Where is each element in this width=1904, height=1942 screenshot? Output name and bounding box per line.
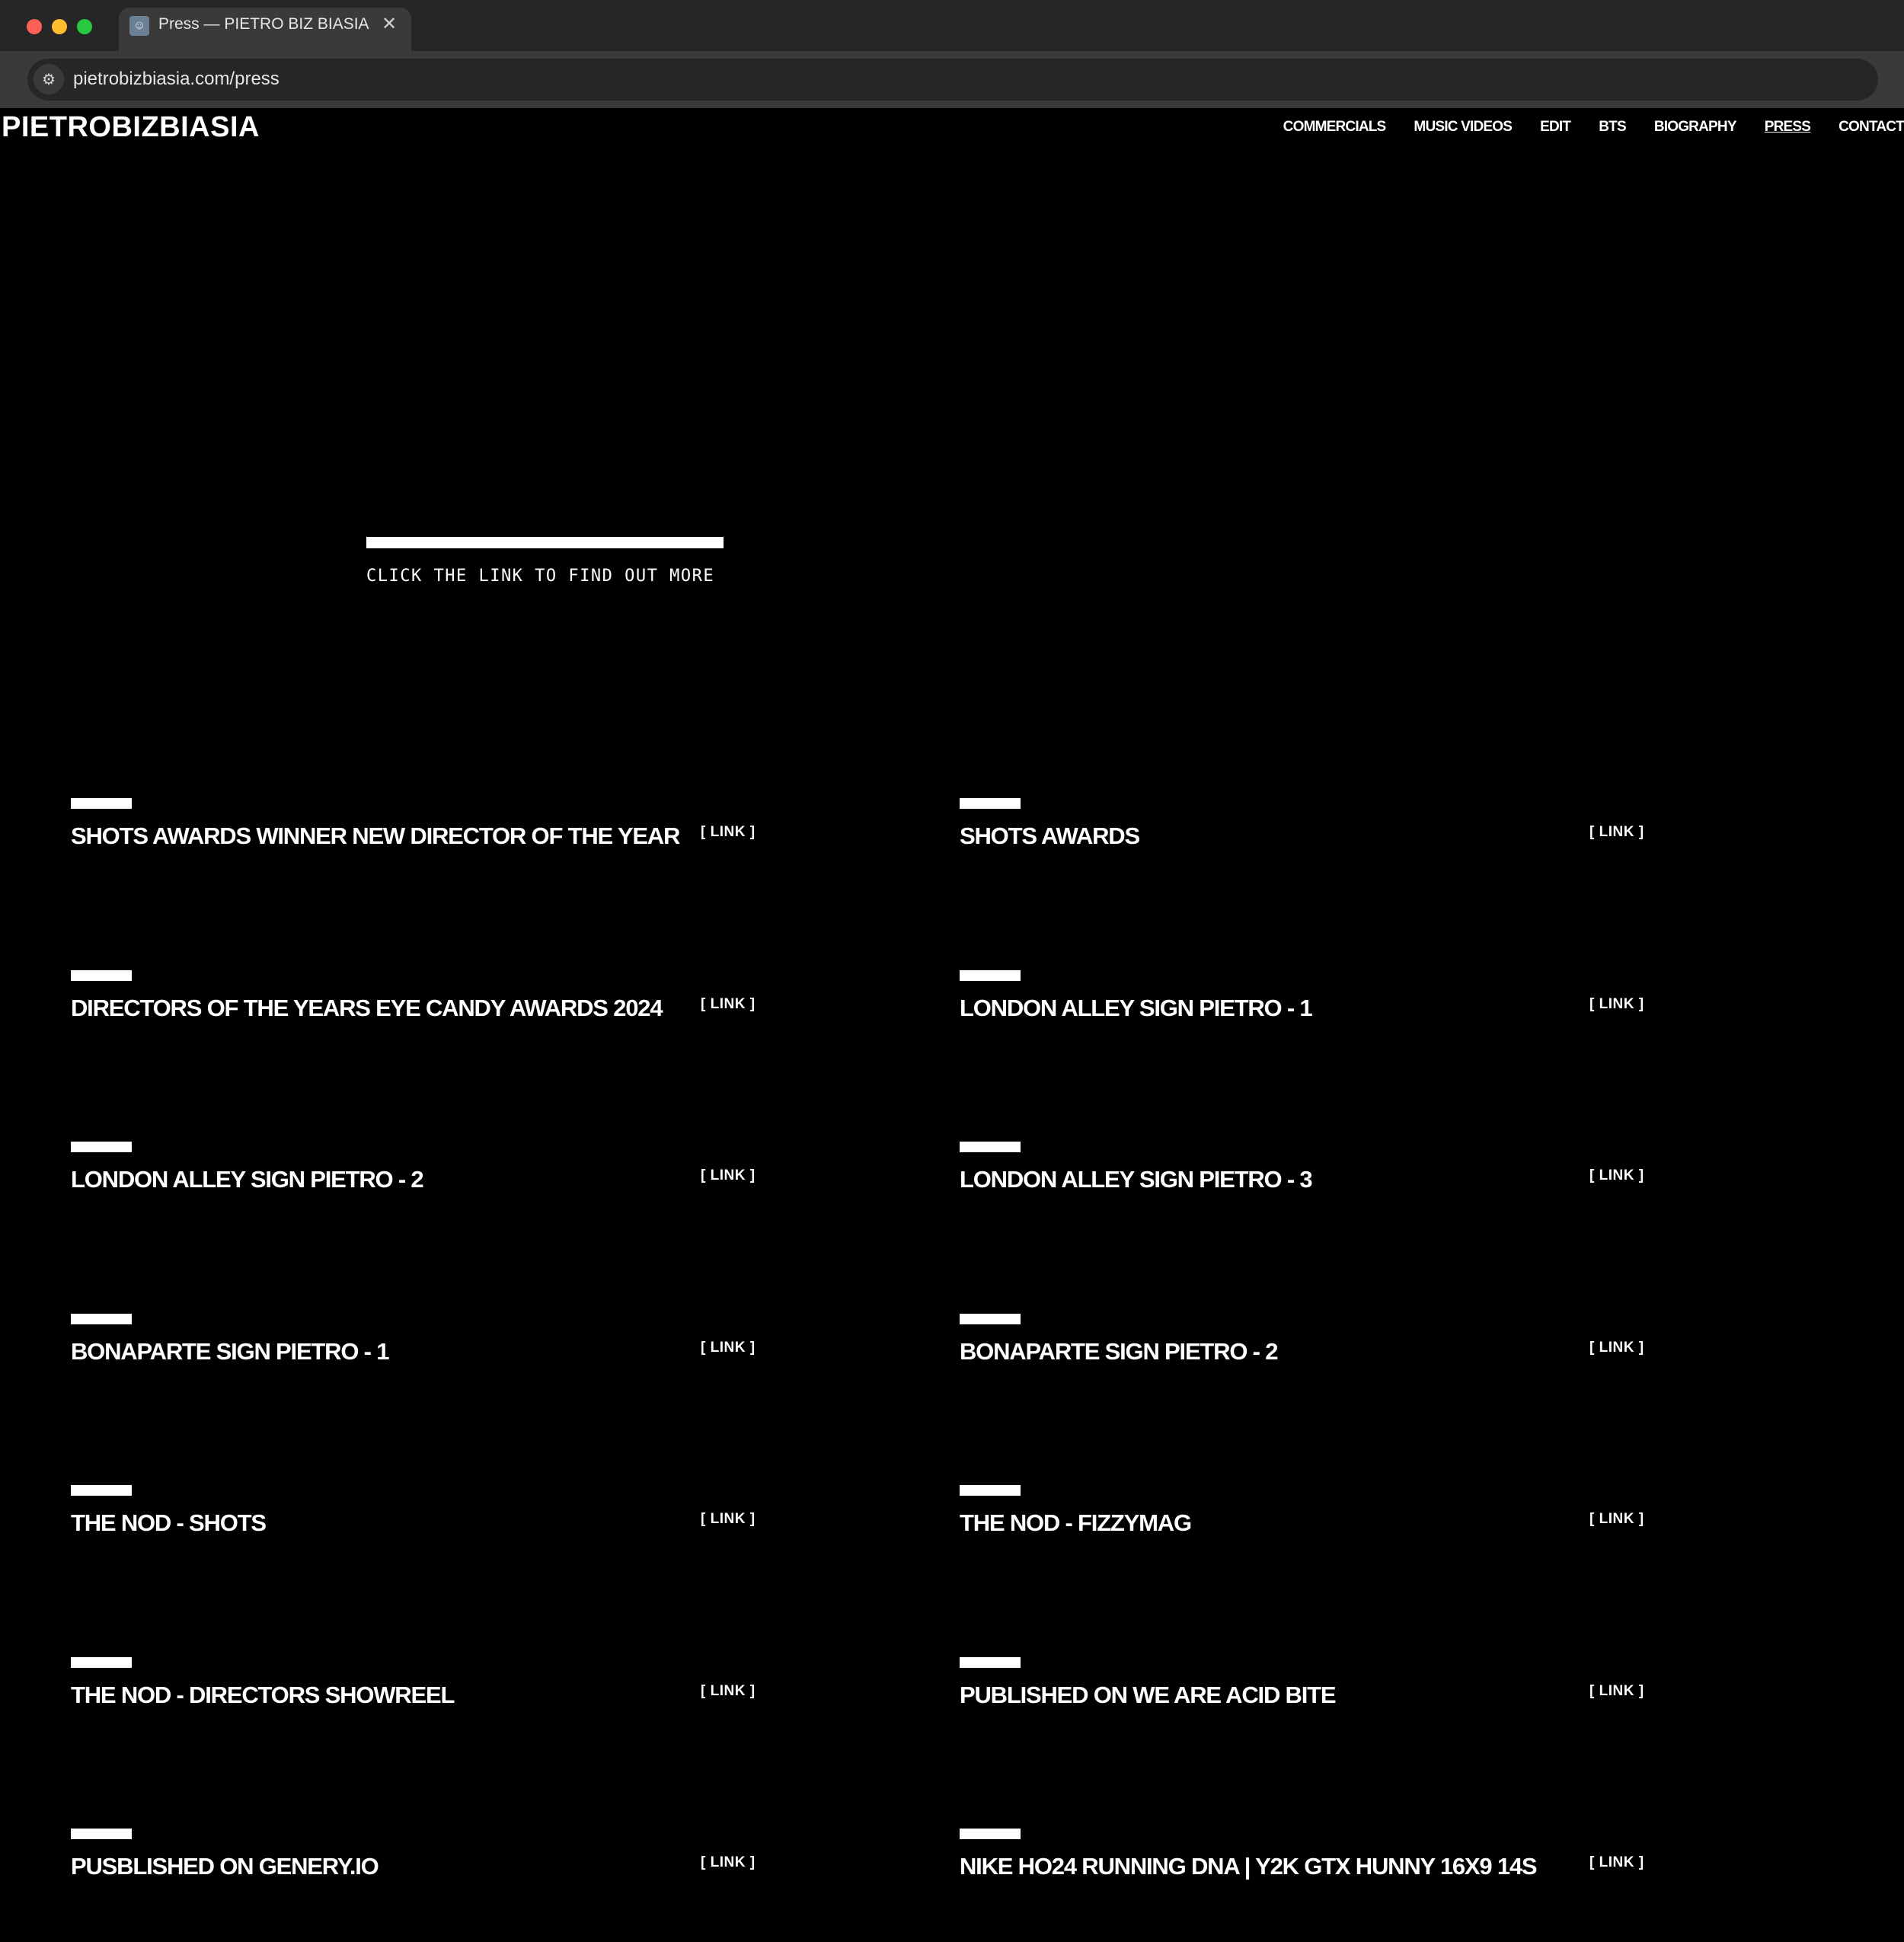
site-logo[interactable]: PIETROBIZBIASIA bbox=[2, 111, 260, 144]
press-item: BONAPARTE SIGN PIETRO - 2 [ LINK ] bbox=[960, 1313, 1721, 1397]
nav-biography[interactable]: BIOGRAPHY bbox=[1654, 119, 1737, 142]
press-item-bar bbox=[71, 969, 132, 981]
address-bar: ⚙ pietrobizbiasia.com/press bbox=[0, 51, 1904, 108]
main-nav: COMMERCIALS MUSIC VIDEOS EDIT BTS BIOGRAPHY P… bbox=[1283, 119, 1904, 142]
minimize-window-button[interactable] bbox=[52, 19, 67, 34]
nav-press[interactable]: PRESS bbox=[1765, 119, 1811, 142]
press-item-title: THE NOD - SHOTS bbox=[71, 1509, 267, 1536]
press-item-link[interactable]: [ LINK ] bbox=[701, 1854, 756, 1871]
intro-text: CLICK THE LINK TO FIND OUT MORE bbox=[366, 567, 715, 586]
press-item-link[interactable]: [ LINK ] bbox=[1589, 1167, 1644, 1184]
press-item-link[interactable]: [ LINK ] bbox=[701, 1340, 756, 1356]
press-item: LONDON ALLEY SIGN PIETRO - 3 [ LINK ] bbox=[960, 1142, 1721, 1225]
nav-contact[interactable]: CONTACT bbox=[1839, 119, 1904, 142]
intro-divider bbox=[366, 537, 724, 548]
press-item-link[interactable]: [ LINK ] bbox=[701, 996, 756, 1013]
press-item-bar bbox=[71, 1485, 132, 1496]
press-item-bar bbox=[960, 1485, 1021, 1496]
press-item: BONAPARTE SIGN PIETRO - 1 [ LINK ] bbox=[71, 1313, 832, 1397]
press-item-title: PUBLISHED ON WE ARE ACID BITE bbox=[960, 1681, 1337, 1708]
url-text[interactable]: pietrobizbiasia.com/press bbox=[73, 69, 280, 90]
press-item-link[interactable]: [ LINK ] bbox=[1589, 824, 1644, 841]
site-settings-icon[interactable]: ⚙ bbox=[34, 64, 64, 94]
press-item: NIKE HO24 RUNNING DNA | Y2K GTX HUNNY 16… bbox=[960, 1829, 1721, 1912]
tab-close-icon[interactable]: ✕ bbox=[378, 13, 401, 36]
press-item: THE NOD - FIZZYMAG [ LINK ] bbox=[960, 1485, 1721, 1569]
press-item-link[interactable]: [ LINK ] bbox=[1589, 1340, 1644, 1356]
press-item-link[interactable]: [ LINK ] bbox=[1589, 996, 1644, 1013]
press-item: SHOTS AWARDS WINNER NEW DIRECTOR OF THE … bbox=[71, 798, 832, 882]
favicon-icon: ☺ bbox=[129, 16, 149, 36]
press-item: THE NOD - SHOTS [ LINK ] bbox=[71, 1485, 832, 1569]
press-item-title: DIRECTORS OF THE YEARS EYE CANDY AWARDS … bbox=[71, 994, 663, 1021]
press-item-link[interactable]: [ LINK ] bbox=[701, 824, 756, 841]
press-item-title: BONAPARTE SIGN PIETRO - 2 bbox=[960, 1337, 1278, 1365]
nav-commercials[interactable]: COMMERCIALS bbox=[1283, 119, 1387, 142]
press-item-bar bbox=[71, 1313, 132, 1324]
press-item-bar bbox=[960, 969, 1021, 981]
close-window-button[interactable] bbox=[27, 19, 42, 34]
press-item: LONDON ALLEY SIGN PIETRO - 2 [ LINK ] bbox=[71, 1142, 832, 1225]
press-item-bar bbox=[71, 798, 132, 809]
press-item-title: LONDON ALLEY SIGN PIETRO - 1 bbox=[960, 994, 1313, 1021]
press-item: DIRECTORS OF THE YEARS EYE CANDY AWARDS … bbox=[71, 969, 832, 1054]
browser-tab[interactable]: ☺ Press — PIETRO BIZ BIASIA ✕ bbox=[119, 8, 411, 51]
nav-edit[interactable]: EDIT bbox=[1540, 119, 1571, 142]
press-item-title: PUSBLISHED ON GENERY.IO bbox=[71, 1853, 379, 1880]
press-item-title: BONAPARTE SIGN PIETRO - 1 bbox=[71, 1337, 389, 1365]
maximize-window-button[interactable] bbox=[77, 19, 92, 34]
press-item-title: THE NOD - DIRECTORS SHOWREEL bbox=[71, 1681, 455, 1708]
press-item: LONDON ALLEY SIGN PIETRO - 1 [ LINK ] bbox=[960, 969, 1721, 1054]
nav-music-videos[interactable]: MUSIC VIDEOS bbox=[1414, 119, 1513, 142]
press-item: PUBLISHED ON WE ARE ACID BITE [ LINK ] bbox=[960, 1656, 1721, 1741]
press-item-bar bbox=[71, 1656, 132, 1668]
press-item: THE NOD - DIRECTORS SHOWREEL [ LINK ] bbox=[71, 1656, 832, 1741]
url-field[interactable]: ⚙ pietrobizbiasia.com/press bbox=[27, 59, 1878, 101]
press-item-bar bbox=[960, 1313, 1021, 1324]
press-item-bar bbox=[960, 798, 1021, 809]
press-item-title: LONDON ALLEY SIGN PIETRO - 2 bbox=[71, 1166, 424, 1193]
press-item-bar bbox=[71, 1142, 132, 1152]
press-item-bar bbox=[960, 1142, 1021, 1152]
press-item-title: THE NOD - FIZZYMAG bbox=[960, 1509, 1192, 1536]
press-item-link[interactable]: [ LINK ] bbox=[1589, 1854, 1644, 1871]
press-item: PUSBLISHED ON GENERY.IO [ LINK ] bbox=[71, 1829, 832, 1912]
press-item-title: SHOTS AWARDS bbox=[960, 822, 1140, 849]
press-item: SHOTS AWARDS [ LINK ] bbox=[960, 798, 1721, 882]
press-item-title: NIKE HO24 RUNNING DNA | Y2K GTX HUNNY 16… bbox=[960, 1853, 1538, 1880]
press-item-link[interactable]: [ LINK ] bbox=[1589, 1511, 1644, 1528]
press-item-title: LONDON ALLEY SIGN PIETRO - 3 bbox=[960, 1166, 1313, 1193]
tab-title: Press — PIETRO BIZ BIASIA bbox=[158, 15, 369, 33]
browser-tab-bar: ☺ Press — PIETRO BIZ BIASIA ✕ bbox=[0, 0, 1904, 51]
press-item-bar bbox=[960, 1829, 1021, 1839]
press-item-link[interactable]: [ LINK ] bbox=[1589, 1683, 1644, 1700]
press-item-link[interactable]: [ LINK ] bbox=[701, 1683, 756, 1700]
nav-bts[interactable]: BTS bbox=[1599, 119, 1626, 142]
press-item-link[interactable]: [ LINK ] bbox=[701, 1167, 756, 1184]
press-item-link[interactable]: [ LINK ] bbox=[701, 1511, 756, 1528]
press-item-title: SHOTS AWARDS WINNER NEW DIRECTOR OF THE … bbox=[71, 822, 680, 849]
press-item-bar bbox=[71, 1829, 132, 1839]
press-item-bar bbox=[960, 1656, 1021, 1668]
